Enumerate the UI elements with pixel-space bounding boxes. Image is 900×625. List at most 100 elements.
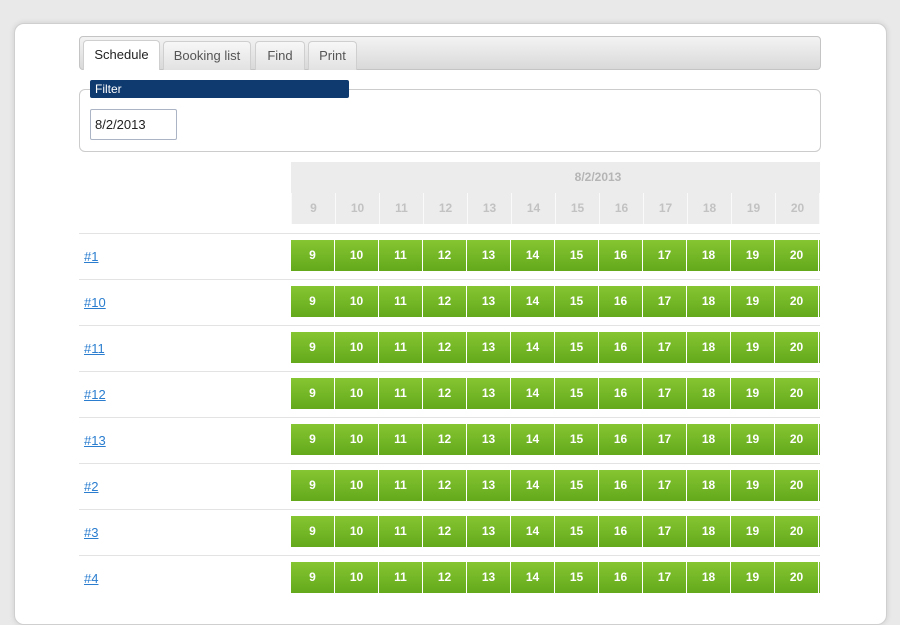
time-slot-button[interactable]: 20 [775, 562, 818, 593]
time-slot-button[interactable]: 16 [599, 378, 642, 409]
room-link[interactable]: #13 [84, 433, 106, 448]
time-slot-button[interactable]: 17 [643, 516, 686, 547]
time-slot-button[interactable]: 10 [335, 470, 378, 501]
time-slot-button[interactable]: 11 [379, 516, 422, 547]
time-slot-button[interactable]: 12 [423, 240, 466, 271]
time-slot-button[interactable]: 9 [291, 424, 334, 455]
tab-schedule[interactable]: Schedule [83, 40, 160, 70]
time-slot-button[interactable]: 17 [643, 286, 686, 317]
time-slot-button[interactable]: 19 [731, 240, 774, 271]
time-slot-button[interactable]: 9 [291, 332, 334, 363]
time-slot-button[interactable]: 12 [423, 562, 466, 593]
time-slot-button[interactable]: 20 [775, 332, 818, 363]
time-slot-button[interactable]: 20 [775, 470, 818, 501]
time-slot-button[interactable]: 15 [555, 332, 598, 363]
time-slot-button[interactable]: 19 [731, 516, 774, 547]
time-slot-button[interactable]: 9 [291, 286, 334, 317]
time-slot-button[interactable]: 12 [423, 470, 466, 501]
time-slot-button[interactable]: 13 [467, 424, 510, 455]
time-slot-button[interactable]: 10 [335, 286, 378, 317]
time-slot-button[interactable]: 11 [379, 562, 422, 593]
time-slot-button[interactable]: 13 [467, 286, 510, 317]
time-slot-button-overflow[interactable] [819, 378, 820, 409]
time-slot-button-overflow[interactable] [819, 240, 820, 271]
time-slot-button[interactable]: 13 [467, 562, 510, 593]
time-slot-button[interactable]: 18 [687, 470, 730, 501]
time-slot-button[interactable]: 13 [467, 332, 510, 363]
time-slot-button[interactable]: 15 [555, 562, 598, 593]
time-slot-button[interactable]: 9 [291, 470, 334, 501]
time-slot-button-overflow[interactable] [819, 516, 820, 547]
time-slot-button[interactable]: 18 [687, 286, 730, 317]
tab-find[interactable]: Find [255, 41, 305, 70]
time-slot-button[interactable]: 16 [599, 332, 642, 363]
time-slot-button[interactable]: 16 [599, 516, 642, 547]
time-slot-button[interactable]: 17 [643, 470, 686, 501]
time-slot-button[interactable]: 17 [643, 378, 686, 409]
time-slot-button[interactable]: 18 [687, 240, 730, 271]
time-slot-button[interactable]: 9 [291, 378, 334, 409]
time-slot-button[interactable]: 16 [599, 286, 642, 317]
time-slot-button[interactable]: 10 [335, 240, 378, 271]
time-slot-button[interactable]: 11 [379, 286, 422, 317]
time-slot-button[interactable]: 12 [423, 378, 466, 409]
time-slot-button[interactable]: 13 [467, 516, 510, 547]
time-slot-button[interactable]: 13 [467, 470, 510, 501]
room-link[interactable]: #11 [84, 341, 105, 356]
time-slot-button[interactable]: 11 [379, 424, 422, 455]
time-slot-button[interactable]: 20 [775, 240, 818, 271]
time-slot-button[interactable]: 14 [511, 424, 554, 455]
time-slot-button[interactable]: 20 [775, 516, 818, 547]
time-slot-button-overflow[interactable] [819, 286, 820, 317]
time-slot-button-overflow[interactable] [819, 332, 820, 363]
room-link[interactable]: #3 [84, 525, 98, 540]
time-slot-button[interactable]: 19 [731, 470, 774, 501]
time-slot-button[interactable]: 18 [687, 332, 730, 363]
time-slot-button[interactable]: 19 [731, 378, 774, 409]
tab-booking-list[interactable]: Booking list [163, 41, 251, 70]
time-slot-button[interactable]: 17 [643, 424, 686, 455]
time-slot-button[interactable]: 15 [555, 240, 598, 271]
time-slot-button[interactable]: 20 [775, 286, 818, 317]
time-slot-button[interactable]: 13 [467, 240, 510, 271]
time-slot-button[interactable]: 16 [599, 562, 642, 593]
time-slot-button[interactable]: 15 [555, 516, 598, 547]
time-slot-button[interactable]: 19 [731, 286, 774, 317]
time-slot-button[interactable]: 14 [511, 470, 554, 501]
tab-print[interactable]: Print [308, 41, 357, 70]
time-slot-button[interactable]: 12 [423, 424, 466, 455]
time-slot-button[interactable]: 15 [555, 286, 598, 317]
room-link[interactable]: #12 [84, 387, 106, 402]
time-slot-button[interactable]: 14 [511, 516, 554, 547]
time-slot-button[interactable]: 16 [599, 470, 642, 501]
time-slot-button[interactable]: 13 [467, 378, 510, 409]
time-slot-button[interactable]: 18 [687, 562, 730, 593]
time-slot-button[interactable]: 9 [291, 562, 334, 593]
time-slot-button[interactable]: 11 [379, 332, 422, 363]
time-slot-button[interactable]: 11 [379, 470, 422, 501]
time-slot-button[interactable]: 18 [687, 516, 730, 547]
time-slot-button[interactable]: 12 [423, 332, 466, 363]
time-slot-button-overflow[interactable] [819, 562, 820, 593]
time-slot-button[interactable]: 9 [291, 516, 334, 547]
time-slot-button[interactable]: 10 [335, 516, 378, 547]
time-slot-button[interactable]: 18 [687, 424, 730, 455]
time-slot-button[interactable]: 14 [511, 240, 554, 271]
time-slot-button[interactable]: 19 [731, 424, 774, 455]
time-slot-button-overflow[interactable] [819, 424, 820, 455]
time-slot-button[interactable]: 17 [643, 562, 686, 593]
time-slot-button-overflow[interactable] [819, 470, 820, 501]
time-slot-button[interactable]: 9 [291, 240, 334, 271]
date-input[interactable] [90, 109, 177, 140]
time-slot-button[interactable]: 14 [511, 562, 554, 593]
time-slot-button[interactable]: 10 [335, 562, 378, 593]
time-slot-button[interactable]: 14 [511, 378, 554, 409]
time-slot-button[interactable]: 15 [555, 378, 598, 409]
time-slot-button[interactable]: 17 [643, 240, 686, 271]
time-slot-button[interactable]: 14 [511, 286, 554, 317]
time-slot-button[interactable]: 11 [379, 240, 422, 271]
time-slot-button[interactable]: 10 [335, 378, 378, 409]
room-link[interactable]: #4 [84, 571, 98, 586]
time-slot-button[interactable]: 20 [775, 424, 818, 455]
time-slot-button[interactable]: 14 [511, 332, 554, 363]
